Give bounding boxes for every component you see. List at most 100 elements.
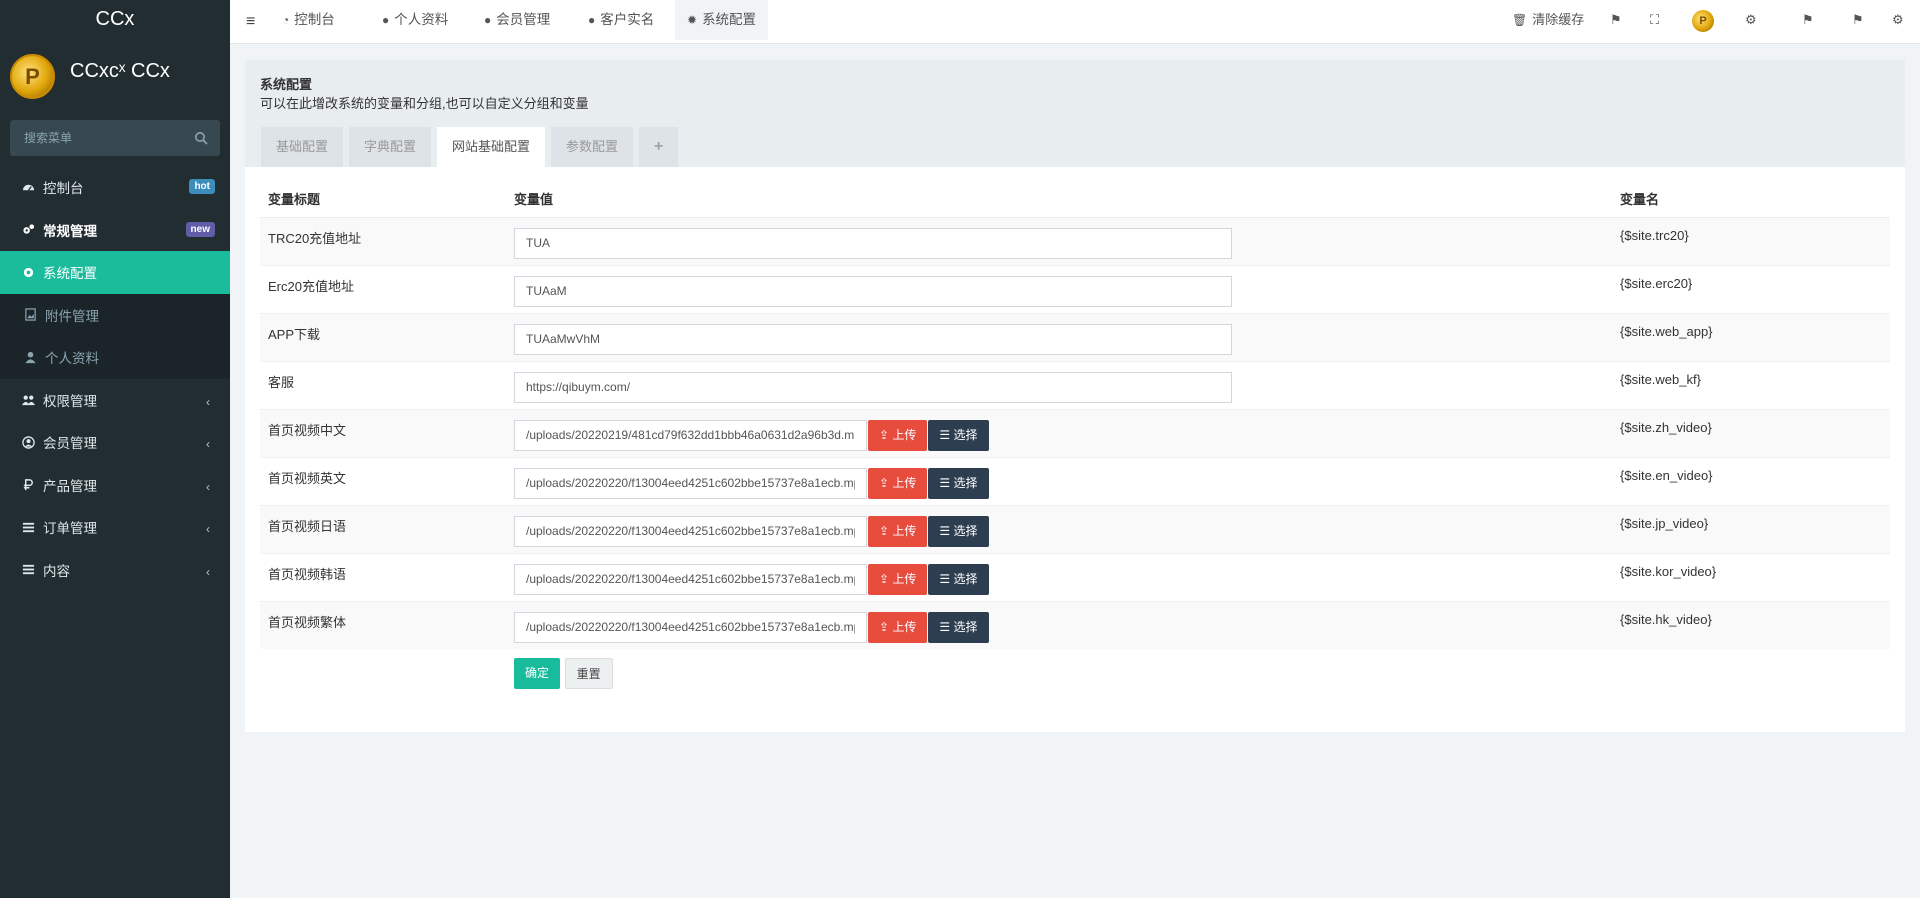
choose-label: 选择 [953, 427, 978, 442]
tab-dashboard[interactable]: ◔ 控制台 [270, 0, 347, 40]
sidebar-item-label: 权限管理 [43, 393, 97, 409]
tab-dict-config[interactable]: 字典配置 [349, 127, 432, 167]
table-row: 客服 {$site.web_kf} [260, 360, 1890, 409]
redaction-mask [604, 330, 734, 349]
flag-icon[interactable]: ⚑ [1610, 0, 1622, 40]
sidebar-item-dashboard[interactable]: 控制台 hot [0, 166, 230, 209]
choose-button[interactable]: ☰ 选择 [928, 611, 989, 643]
add-tab-button[interactable]: + [639, 127, 679, 167]
tab-label: 系统配置 [702, 12, 757, 27]
variable-name: {$site.zh_video} [1612, 408, 1890, 457]
sidebar-item-label: 常规管理 [43, 223, 97, 239]
page-title: 系统配置 [260, 77, 313, 92]
upload-button[interactable]: ⇪ 上传 [868, 611, 928, 643]
column-header: 变量标题 [260, 180, 506, 218]
submit-button[interactable]: 确定 [514, 658, 561, 689]
dashboard-icon: ◔ [282, 13, 290, 27]
user-icon [25, 351, 36, 363]
sidebar-item-orders[interactable]: 订单管理 ‹ [0, 506, 230, 549]
fullscreen-icon[interactable]: ⛶ [1650, 0, 1659, 40]
variable-name: {$site.jp_video} [1612, 504, 1890, 553]
value-input[interactable] [514, 419, 867, 451]
cogs-icon[interactable]: ⚙ [1745, 0, 1757, 40]
value-input[interactable] [514, 371, 1232, 403]
user-icon: ● [484, 13, 492, 27]
sidebar-item-label: 控制台 [43, 181, 84, 197]
tab-system-config[interactable]: ✹ 系统配置 [675, 0, 769, 40]
sidebar-item-permissions[interactable]: 权限管理 ‹ [0, 379, 230, 422]
sidebar-item-profile[interactable]: 个人资料 [0, 336, 230, 379]
upload-icon: ⇪ [879, 619, 893, 634]
sidebar-item-members[interactable]: 会员管理 ‹ [0, 421, 230, 464]
variable-name: {$site.erc20} [1612, 264, 1890, 313]
sidebar-item-label: 个人资料 [45, 351, 99, 367]
flag-icon[interactable]: ⚑ [1802, 0, 1814, 40]
new-badge: new [185, 221, 215, 237]
upload-label: 上传 [892, 523, 917, 538]
sidebar: CCx P CCxᴄˣ CCx 控制台 hot 常规管理 new 系统配置 附件… [0, 0, 230, 898]
table-row: TRC20充值地址 {$site.trc20} [260, 216, 1890, 265]
group-icon [22, 395, 35, 406]
sidebar-item-system-config[interactable]: 系统配置 [0, 251, 230, 294]
clear-cache-button[interactable]: 🗑 清除缓存 [1512, 0, 1584, 40]
tab-real-name[interactable]: ● 客户实名 [576, 0, 666, 40]
choose-button[interactable]: ☰ 选择 [928, 419, 989, 451]
menu-search [10, 120, 220, 156]
upload-button[interactable]: ⇪ 上传 [868, 419, 928, 451]
upload-icon: ⇪ [879, 571, 893, 586]
tab-profile[interactable]: ● 个人资料 [370, 0, 460, 40]
config-table: 变量标题 变量值 变量名 TRC20充值地址 {$site.trc20} Erc… [260, 180, 1890, 649]
variable-name: {$site.web_app} [1612, 312, 1890, 361]
choose-button[interactable]: ☰ 选择 [928, 563, 989, 595]
upload-button[interactable]: ⇪ 上传 [868, 563, 928, 595]
hot-badge: hot [189, 179, 215, 194]
value-input[interactable] [514, 563, 867, 595]
value-input[interactable] [514, 611, 867, 643]
search-icon[interactable] [194, 131, 208, 145]
tab-param-config[interactable]: 参数配置 [551, 127, 634, 167]
sidebar-item-content[interactable]: 内容 ‹ [0, 549, 230, 592]
sidebar-item-products[interactable]: 产品管理 ‹ [0, 464, 230, 507]
reset-button[interactable]: 重置 [564, 658, 613, 689]
list-icon: ☰ [939, 475, 954, 490]
upload-icon: ⇪ [879, 475, 893, 490]
sidebar-item-general[interactable]: 常规管理 new [0, 209, 230, 252]
choose-button[interactable]: ☰ 选择 [928, 515, 989, 547]
choose-label: 选择 [953, 523, 978, 538]
value-input[interactable] [514, 467, 867, 499]
table-row: 首页视频英文 ⇪ 上传☰ 选择 {$site.en_video} [260, 456, 1890, 505]
tab-label: 个人资料 [394, 12, 449, 27]
column-header: 变量名 [1612, 180, 1890, 218]
upload-button[interactable]: ⇪ 上传 [868, 467, 928, 499]
list-icon [22, 565, 35, 575]
row-title: TRC20充值地址 [260, 216, 506, 265]
variable-name: {$site.en_video} [1612, 456, 1890, 505]
list-icon: ☰ [939, 571, 954, 586]
tab-basic-config[interactable]: 基础配置 [261, 127, 344, 167]
chevron-left-icon: ‹ [206, 564, 210, 579]
row-title: 首页视频繁体 [260, 600, 506, 649]
value-input[interactable] [514, 515, 867, 547]
sidebar-item-label: 内容 [43, 563, 70, 579]
row-title: APP下载 [260, 312, 506, 361]
chevron-left-icon: ‹ [206, 479, 210, 494]
user-panel: P CCxᴄˣ CCx [0, 38, 230, 118]
menu-toggle-icon[interactable]: ≡ [246, 13, 255, 31]
search-input[interactable] [10, 120, 220, 156]
row-title: 首页视频英文 [260, 456, 506, 505]
user-name: CCxᴄˣ CCx [70, 60, 170, 82]
variable-name: {$site.hk_video} [1612, 600, 1890, 649]
choose-button[interactable]: ☰ 选择 [928, 467, 989, 499]
choose-label: 选择 [953, 619, 978, 634]
avatar[interactable]: P [1692, 10, 1714, 32]
flag-icon[interactable]: ⚑ [1852, 0, 1864, 40]
tab-site-config[interactable]: 网站基础配置 [437, 127, 546, 167]
settings-icon[interactable]: ⚙ [1892, 0, 1904, 40]
page-description: 可以在此增改系统的变量和分组,也可以自定义分组和变量 [260, 96, 589, 111]
redaction-mask [554, 234, 734, 253]
app-logo[interactable]: CCx [0, 0, 230, 38]
sidebar-item-attachments[interactable]: 附件管理 [0, 293, 230, 336]
upload-button[interactable]: ⇪ 上传 [868, 515, 928, 547]
choose-label: 选择 [953, 571, 978, 586]
tab-members[interactable]: ● 会员管理 [472, 0, 562, 40]
